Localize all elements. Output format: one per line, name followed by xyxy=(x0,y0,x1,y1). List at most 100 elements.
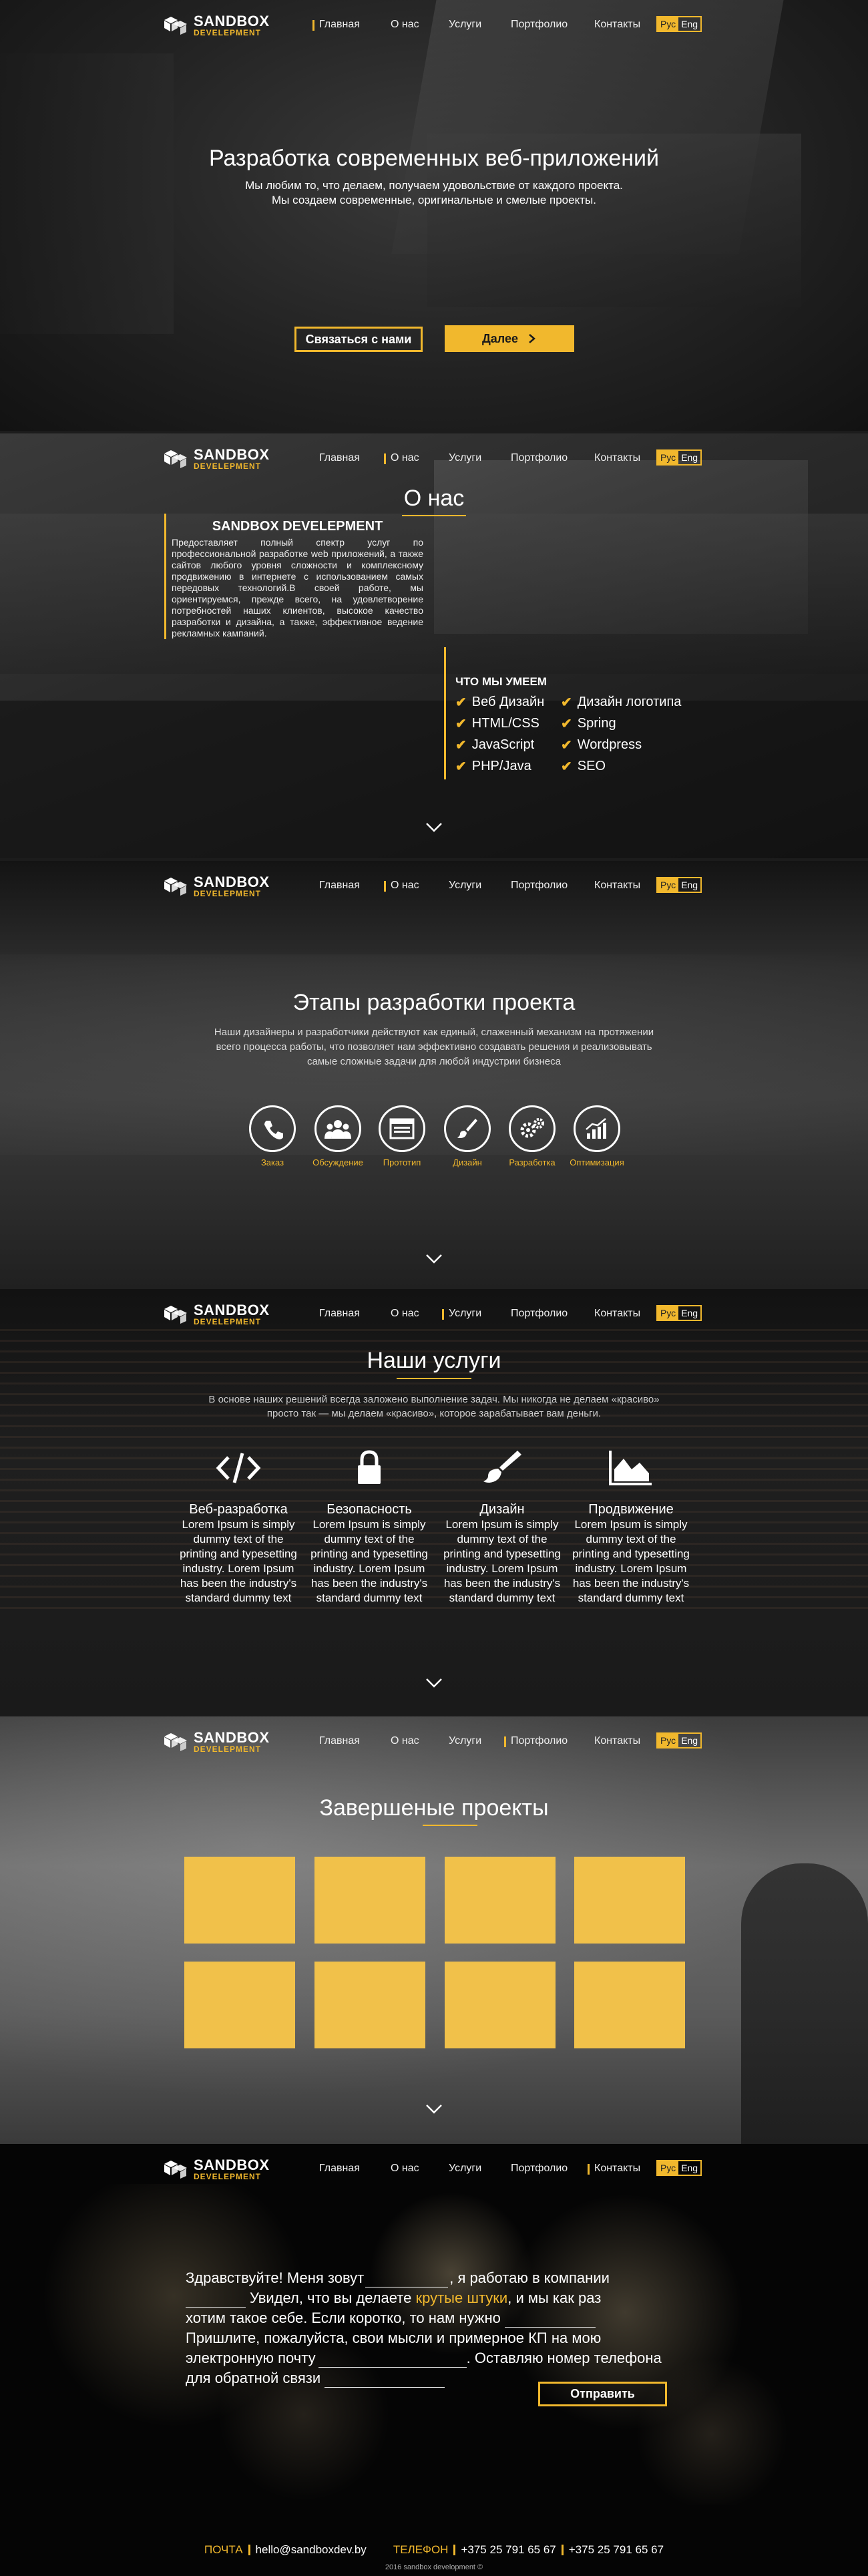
nav-item-contacts[interactable]: Контакты xyxy=(586,19,640,31)
company-field[interactable] xyxy=(186,2291,246,2308)
check-icon: ✔ xyxy=(455,717,467,731)
nav-menu: Главная О нас Услуги Портфолио Контакты xyxy=(311,19,640,31)
about-title: О нас xyxy=(403,486,465,511)
lang-en-button[interactable]: Eng xyxy=(678,17,700,31)
nav-item-home[interactable]: Главная xyxy=(311,880,383,892)
lang-ru-button[interactable]: Рус xyxy=(658,451,679,464)
project-tile[interactable] xyxy=(184,1962,295,2048)
phone-field[interactable] xyxy=(324,2372,445,2388)
chevron-down-icon[interactable] xyxy=(425,2104,443,2114)
lang-ru-button[interactable]: Рус xyxy=(658,1734,679,1747)
footer-phone-1[interactable]: +375 25 791 65 67 xyxy=(461,2543,556,2557)
about-text-block: SANDBOX DEVELEPMENT Предоставляет полный… xyxy=(164,514,423,639)
lang-en-button[interactable]: Eng xyxy=(678,1306,700,1320)
logo[interactable]: SANDBOX DEVELEPMENT xyxy=(164,445,270,472)
footer-email-link[interactable]: hello@sandboxdev.by xyxy=(256,2543,367,2557)
email-field[interactable] xyxy=(318,2352,467,2368)
step-label: Дизайн xyxy=(453,1157,482,1167)
lang-en-button[interactable]: Eng xyxy=(678,878,700,892)
nav-item-contacts[interactable]: Контакты xyxy=(586,1735,640,1747)
chevron-down-icon[interactable] xyxy=(425,822,443,833)
lang-en-button[interactable]: Eng xyxy=(678,451,700,464)
nav-item-home[interactable]: Главная xyxy=(311,1308,383,1320)
nav-menu: Главная О нас Услуги Портфолио Контакты xyxy=(311,2163,640,2175)
lang-en-button[interactable]: Eng xyxy=(678,2161,700,2175)
project-tile[interactable] xyxy=(445,1962,556,2048)
logo-title: SANDBOX xyxy=(194,1302,270,1318)
lang-ru-button[interactable]: Рус xyxy=(658,878,679,892)
logo[interactable]: SANDBOX DEVELEPMENT xyxy=(164,12,270,39)
nav-item-services[interactable]: Услуги xyxy=(441,2163,503,2175)
project-tile[interactable] xyxy=(574,1962,685,2048)
about-description: Предоставляет полный спектр услуг по про… xyxy=(172,537,423,638)
nav-item-portfolio[interactable]: Портфолио xyxy=(503,452,586,464)
chevron-down-icon[interactable] xyxy=(425,1678,443,1688)
brush-icon xyxy=(444,1105,491,1152)
nav-item-contacts[interactable]: Контакты xyxy=(586,1308,640,1320)
logo[interactable]: SANDBOX DEVELEPMENT xyxy=(164,1301,270,1328)
contact-us-button[interactable]: Связаться с нами xyxy=(294,327,423,352)
nav-item-home[interactable]: Главная xyxy=(311,2163,383,2175)
nav-item-services[interactable]: Услуги xyxy=(441,452,503,464)
next-button[interactable]: Далее xyxy=(445,325,574,352)
stages-nav: SANDBOX DEVELEPMENT Главная О нас Услуги … xyxy=(0,873,868,900)
send-button[interactable]: Отправить xyxy=(538,2382,667,2406)
service-text: Lorem Ipsum is simply dummy text of the … xyxy=(443,1518,561,1604)
nav-item-about[interactable]: О нас xyxy=(383,1735,441,1747)
logo-cube-icon xyxy=(164,17,187,35)
language-switch: Рус Eng xyxy=(656,449,702,466)
project-tile[interactable] xyxy=(314,1857,425,1944)
step-prototype: Прототип xyxy=(369,1105,435,1167)
nav-item-services[interactable]: Услуги xyxy=(441,19,503,31)
logo[interactable]: SANDBOX DEVELEPMENT xyxy=(164,2156,270,2183)
footer-phone-2[interactable]: +375 25 791 65 67 xyxy=(569,2543,664,2557)
stages-background xyxy=(0,861,868,1289)
logo[interactable]: SANDBOX DEVELEPMENT xyxy=(164,873,270,900)
stages-text-1: Наши дизайнеры и разработчики действуют … xyxy=(214,1027,654,1038)
project-tile[interactable] xyxy=(574,1857,685,1944)
name-field[interactable] xyxy=(365,2271,449,2287)
project-tile[interactable] xyxy=(445,1857,556,1944)
service-text: Lorem Ipsum is simply dummy text of the … xyxy=(310,1518,428,1604)
needs-field[interactable] xyxy=(504,2312,596,2328)
nav-item-contacts[interactable]: Контакты xyxy=(586,2163,640,2175)
nav-item-portfolio[interactable]: Портфолио xyxy=(503,880,586,892)
check-icon: ✔ xyxy=(455,738,467,753)
nav-item-home[interactable]: Главная xyxy=(311,19,383,31)
nav-item-home[interactable]: Главная xyxy=(311,1735,383,1747)
nav-menu: Главная О нас Услуги Портфолио Контакты xyxy=(311,880,640,892)
nav-item-portfolio[interactable]: Портфолио xyxy=(503,19,586,31)
stages-title: Этапы разработки проекта xyxy=(292,990,576,1015)
nav-item-about[interactable]: О нас xyxy=(383,1308,441,1320)
nav-item-home[interactable]: Главная xyxy=(311,452,383,464)
step-label: Разработка xyxy=(509,1157,556,1167)
lang-en-button[interactable]: Eng xyxy=(678,1734,700,1747)
nav-item-about[interactable]: О нас xyxy=(383,19,441,31)
lang-ru-button[interactable]: Рус xyxy=(658,17,679,31)
nav-item-portfolio[interactable]: Портфолио xyxy=(503,1735,586,1747)
nav-item-contacts[interactable]: Контакты xyxy=(586,452,640,464)
project-tile[interactable] xyxy=(314,1962,425,2048)
nav-item-services[interactable]: Услуги xyxy=(441,880,503,892)
nav-item-contacts[interactable]: Контакты xyxy=(586,880,640,892)
skills-title: ЧТО МЫ УМЕЕМ xyxy=(455,675,547,688)
nav-item-about[interactable]: О нас xyxy=(383,880,441,892)
nav-item-services[interactable]: Услуги xyxy=(441,1308,503,1320)
nav-item-about[interactable]: О нас xyxy=(383,2163,441,2175)
area-chart-icon xyxy=(609,1451,652,1485)
contact-section: SANDBOX DEVELEPMENT Главная О нас Услуги … xyxy=(0,2144,868,2576)
lang-ru-button[interactable]: Рус xyxy=(658,1306,679,1320)
nav-item-portfolio[interactable]: Портфолио xyxy=(503,2163,586,2175)
project-tile[interactable] xyxy=(184,1857,295,1944)
service-promotion: Продвижение Lorem Ipsum is simply dummy … xyxy=(571,1449,691,1606)
service-web: Веб-разработка Lorem Ipsum is simply dum… xyxy=(178,1449,298,1606)
logo[interactable]: SANDBOX DEVELEPMENT xyxy=(164,1728,270,1755)
nav-item-about[interactable]: О нас xyxy=(383,452,441,464)
step-label: Оптимизация xyxy=(570,1157,624,1167)
service-security: Безопасность Lorem Ipsum is simply dummy… xyxy=(309,1449,429,1606)
nav-item-portfolio[interactable]: Портфолио xyxy=(503,1308,586,1320)
growth-chart-icon xyxy=(574,1105,620,1152)
lang-ru-button[interactable]: Рус xyxy=(658,2161,679,2175)
chevron-down-icon[interactable] xyxy=(425,1254,443,1264)
nav-item-services[interactable]: Услуги xyxy=(441,1735,503,1747)
